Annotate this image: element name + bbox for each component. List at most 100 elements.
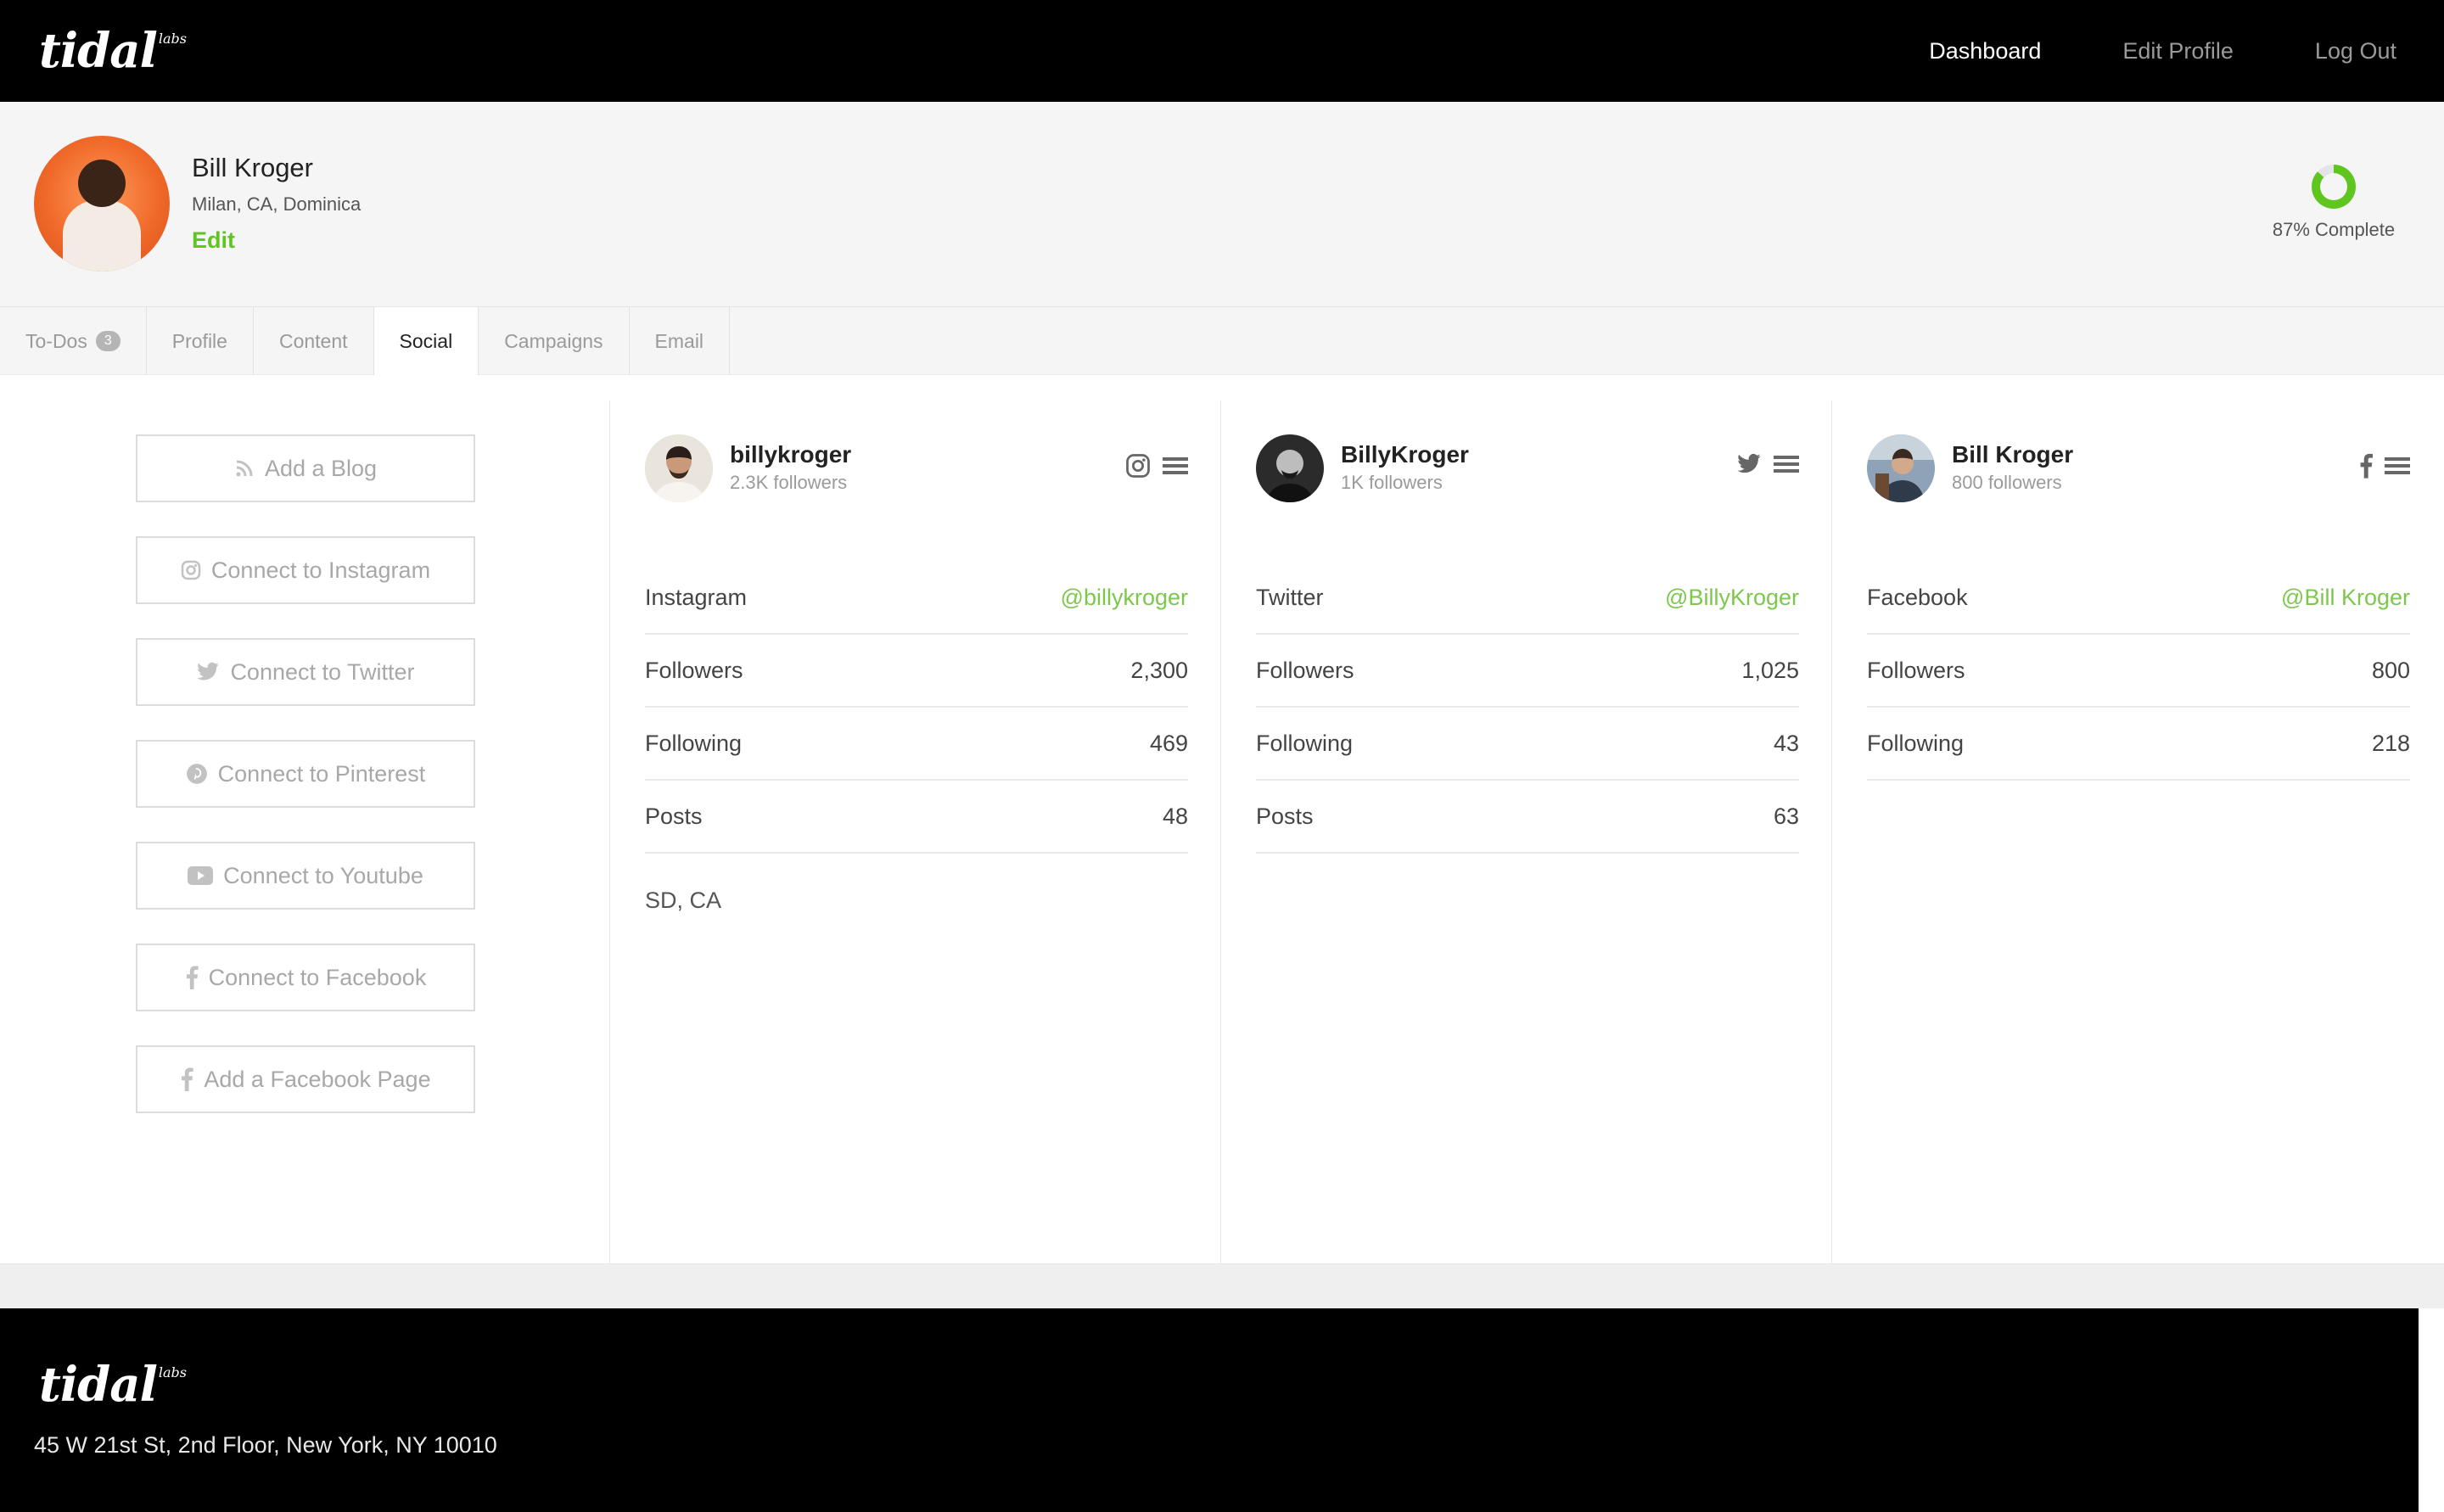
profile-edit-link[interactable]: Edit: [192, 227, 235, 254]
instagram-icon: [181, 560, 201, 580]
connect-twitter-label: Connect to Twitter: [230, 658, 415, 685]
column-divider: [609, 400, 610, 1264]
menu-icon[interactable]: [1774, 453, 1799, 479]
account-card-header: BillyKroger 1K followers: [1256, 434, 1799, 511]
stat-value: 63: [1773, 803, 1799, 829]
stat-label: Following: [1867, 730, 1965, 756]
todos-count-badge: 3: [95, 331, 121, 351]
logo-wordmark: tidal: [39, 23, 158, 79]
nav-dashboard-link[interactable]: Dashboard: [1929, 38, 2041, 64]
profile-header: Bill Kroger Milan, CA, Dominica Edit 87%…: [0, 102, 2444, 307]
account-avatar: [645, 434, 713, 502]
stat-label: Followers: [1256, 657, 1354, 683]
stat-row: Posts 63: [1256, 781, 1799, 854]
top-navbar: tidal labs Dashboard Edit Profile Log Ou…: [0, 0, 2444, 102]
stat-value: 218: [2371, 730, 2410, 756]
stat-label: Instagram: [645, 584, 748, 610]
account-avatar: [1867, 434, 1935, 502]
footer-logo[interactable]: tidal labs: [39, 1361, 187, 1408]
completion-ring-icon: [2312, 165, 2356, 209]
stat-value: 48: [1162, 803, 1188, 829]
add-blog-button[interactable]: Add a Blog: [136, 434, 475, 502]
stat-label: Posts: [645, 803, 703, 829]
facebook-icon: [185, 966, 199, 989]
nav-log-out-link[interactable]: Log Out: [2315, 38, 2396, 64]
stat-label: Twitter: [1256, 584, 1324, 610]
stat-label: Posts: [1256, 803, 1314, 829]
account-follower-summary: 2.3K followers: [730, 472, 848, 493]
add-blog-label: Add a Blog: [264, 455, 378, 481]
connect-instagram-button[interactable]: Connect to Instagram: [136, 536, 475, 604]
stat-value: 43: [1773, 730, 1799, 756]
account-card-header: billykroger 2.3K followers: [645, 434, 1188, 511]
logo-wordmark: tidal: [39, 1357, 158, 1413]
tab-profile[interactable]: Profile: [147, 307, 254, 375]
stat-row: Followers 800: [1867, 635, 2410, 708]
menu-icon[interactable]: [2385, 455, 2410, 481]
youtube-icon: [188, 866, 214, 885]
account-handle-link[interactable]: @billykroger: [1061, 585, 1188, 611]
tab-campaigns[interactable]: Campaigns: [479, 307, 630, 375]
site-footer: tidal labs 45 W 21st St, 2nd Floor, New …: [0, 1308, 2419, 1512]
nav-edit-profile-link[interactable]: Edit Profile: [2122, 38, 2234, 64]
tab-email[interactable]: Email: [630, 307, 731, 375]
account-username: BillyKroger: [1341, 441, 1469, 468]
stat-row: Following 218: [1867, 708, 2410, 781]
profile-tabs: To-Dos 3 Profile Content Social Campaign…: [0, 307, 2444, 375]
instagram-icon: [1125, 453, 1151, 483]
logo-suffix: labs: [158, 31, 187, 47]
account-handle-link[interactable]: @BillyKroger: [1665, 585, 1799, 611]
connect-facebook-button[interactable]: Connect to Facebook: [136, 944, 475, 1011]
tab-content[interactable]: Content: [254, 307, 374, 375]
tab-social[interactable]: Social: [373, 307, 479, 375]
stat-row: Following 43: [1256, 708, 1799, 781]
profile-avatar: [34, 136, 170, 272]
avatar-figure-body: [63, 200, 141, 272]
stat-value: 1,025: [1741, 657, 1799, 683]
tab-profile-label: Profile: [171, 329, 227, 352]
tab-content-label: Content: [278, 329, 348, 352]
stat-value: 469: [1149, 730, 1188, 756]
social-panel: Add a Blog Connect to Instagram Connect …: [0, 375, 2444, 1264]
stat-row: Posts 48: [645, 781, 1188, 854]
account-follower-summary: 1K followers: [1341, 472, 1443, 493]
account-username: Bill Kroger: [1952, 441, 2074, 468]
profile-name: Bill Kroger: [192, 153, 313, 182]
stat-label: Followers: [1867, 657, 1965, 683]
tab-social-label: Social: [399, 329, 453, 352]
menu-icon[interactable]: [1163, 455, 1188, 481]
facebook-icon: [180, 1067, 194, 1091]
profile-location: Milan, CA, Dominica: [192, 193, 362, 215]
account-follower-summary: 800 followers: [1952, 472, 2062, 493]
account-location: SD, CA: [645, 888, 722, 913]
stat-value: 800: [2371, 657, 2410, 683]
tab-campaigns-label: Campaigns: [504, 329, 603, 352]
stat-row: Following 469: [645, 708, 1188, 781]
stat-label: Followers: [645, 657, 743, 683]
avatar-figure-head: [78, 160, 126, 207]
stat-row: Instagram @billykroger: [645, 562, 1188, 635]
tab-todos-label: To-Dos: [25, 329, 87, 352]
account-handle-link[interactable]: @Bill Kroger: [2281, 585, 2410, 611]
connect-pinterest-button[interactable]: Connect to Pinterest: [136, 740, 475, 808]
account-card-actions: [1736, 453, 1799, 479]
stat-row: Facebook @Bill Kroger: [1867, 562, 2410, 635]
connect-youtube-label: Connect to Youtube: [223, 862, 423, 888]
account-stats: Instagram @billykroger Followers 2,300 Fol…: [645, 562, 1188, 854]
column-divider: [1220, 400, 1221, 1264]
facebook-icon: [2359, 453, 2373, 483]
tidal-labs-logo[interactable]: tidal labs: [39, 27, 187, 75]
connect-youtube-button[interactable]: Connect to Youtube: [136, 842, 475, 910]
stat-value: 2,300: [1130, 657, 1188, 683]
rss-icon: [234, 458, 255, 479]
tab-email-label: Email: [654, 329, 704, 352]
stat-label: Facebook: [1867, 584, 1968, 610]
add-facebook-page-label: Add a Facebook Page: [204, 1066, 431, 1092]
account-card-actions: [2359, 453, 2410, 483]
connect-facebook-label: Connect to Facebook: [208, 964, 427, 990]
instagram-account-card: billykroger 2.3K followers Instagram @bil…: [645, 434, 1188, 914]
connect-buttons-column: Add a Blog Connect to Instagram Connect …: [136, 434, 475, 1147]
add-facebook-page-button[interactable]: Add a Facebook Page: [136, 1045, 475, 1113]
tab-todos[interactable]: To-Dos 3: [0, 307, 147, 375]
connect-twitter-button[interactable]: Connect to Twitter: [136, 638, 475, 706]
